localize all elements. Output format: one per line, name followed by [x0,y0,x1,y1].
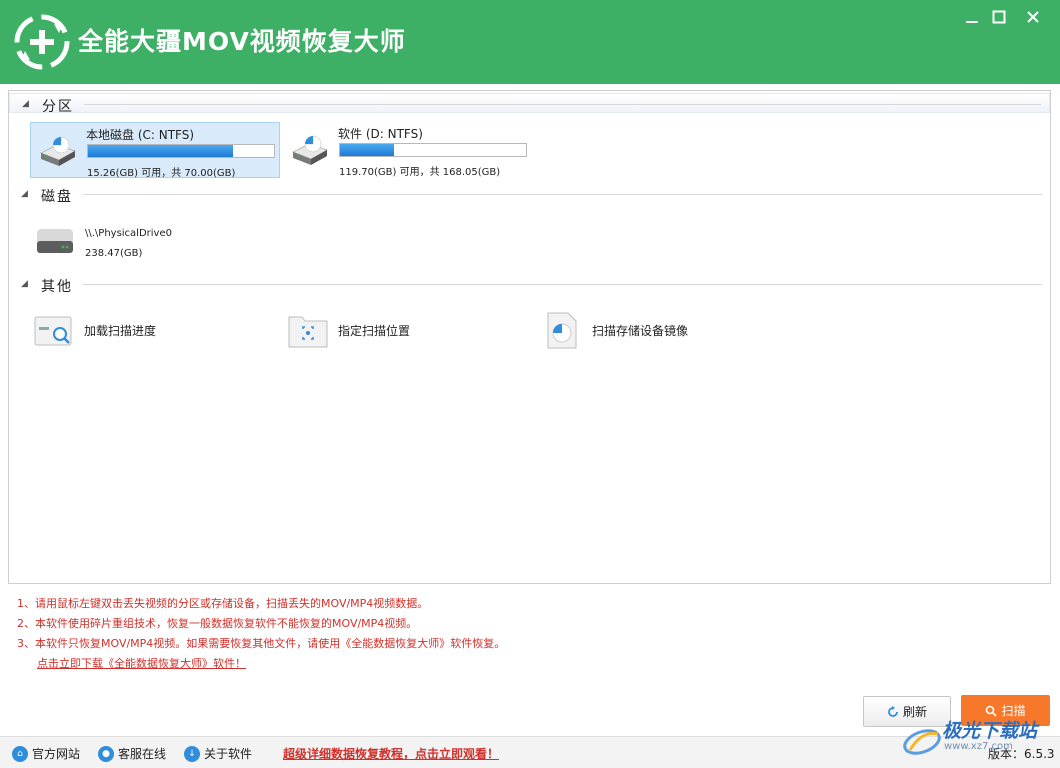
section-divider [83,194,1042,195]
usage-bar-fill [340,144,394,156]
section-other[interactable]: ◢ 其他 [9,274,1050,295]
info-icon: ↓ [184,745,200,762]
about-label: 关于软件 [204,747,253,761]
website-label: 官方网站 [32,747,81,761]
physical-disk[interactable]: \\.\PhysicalDrive0 238.47(GB) [30,219,280,263]
scan-progress-icon [34,316,72,346]
service-label: 客服在线 [118,747,167,761]
collapse-triangle-icon[interactable]: ◢ [22,99,29,109]
collapse-triangle-icon[interactable]: ◢ [21,189,28,199]
minimize-button[interactable] [961,6,983,28]
specify-scan-location-label: 指定扫描位置 [338,324,411,338]
hard-drive-icon [292,135,328,165]
scan-disk-image[interactable]: 扫描存储设备镜像 [542,311,762,351]
website-link[interactable]: ⌂ 官方网站 [12,745,80,762]
partition-name: 软件 (D: NTFS) [338,127,423,141]
note-1: 1、请用鼠标左键双击丢失视频的分区或存储设备，扫描丢失的MOV/MP4视频数据。 [17,597,429,610]
service-icon: ● [98,745,114,762]
maximize-button[interactable] [988,6,1010,28]
note-3: 3、本软件只恢复MOV/MP4视频。如果需要恢复其他文件，请使用《全能数据恢复大… [17,637,506,650]
partition-d[interactable]: 软件 (D: NTFS) 119.70(GB) 可用，共 168.05(GB) [283,122,533,178]
partition-info: 119.70(GB) 可用，共 168.05(GB) [339,167,501,178]
section-partition[interactable]: ◢ 分区 [9,93,1050,115]
watermark-text: 极光下载站 [942,720,1038,742]
folder-target-icon [288,316,328,348]
usage-bar [339,143,527,157]
minimize-icon [966,21,978,23]
hard-drive-icon [40,136,76,166]
note-2: 2、本软件使用碎片重组技术，恢复一般数据恢复软件不能恢复的MOV/MP4视频。 [17,617,418,630]
section-disk-label: 磁盘 [41,189,73,205]
customer-service-link[interactable]: ● 客服在线 [98,745,166,762]
search-icon [986,705,998,717]
download-link[interactable]: 点击立即下载《全能数据恢复大师》软件！ [37,657,246,670]
home-icon: ⌂ [12,745,28,762]
app-logo-icon [14,14,70,70]
app-title: 全能大疆MOV视频恢复大师 [78,27,406,56]
instructions: 1、请用鼠标左键双击丢失视频的分区或存储设备，扫描丢失的MOV/MP4视频数据。… [17,594,505,674]
physical-disk-icon [37,229,73,253]
partition-name: 本地磁盘 (C: NTFS) [86,128,195,142]
title-bar: 全能大疆MOV视频恢复大师 [0,0,1060,84]
specify-scan-location[interactable]: 指定扫描位置 [288,311,508,351]
section-divider [83,284,1042,285]
partition-c[interactable]: 本地磁盘 (C: NTFS) 15.26(GB) 可用，共 70.00(GB) [30,122,280,179]
disk-name: \\.\PhysicalDrive0 [85,228,172,239]
close-button[interactable] [1022,6,1044,28]
refresh-icon [888,705,898,717]
load-scan-progress[interactable]: 加载扫描进度 [34,311,254,351]
close-icon [1027,11,1039,23]
maximize-icon [992,10,1006,24]
device-panel: ◢ 分区 本地磁盘 (C: NTFS) 15.26(GB) 可用，共 70.00… [8,90,1051,584]
about-link[interactable]: ↓ 关于软件 [184,745,252,762]
disk-image-icon [547,312,577,349]
section-disk[interactable]: ◢ 磁盘 [9,184,1050,205]
section-other-label: 其他 [41,279,73,295]
partition-info: 15.26(GB) 可用，共 70.00(GB) [87,168,236,179]
tutorial-link[interactable]: 超级详细数据恢复教程，点击立即观看！ [283,745,499,762]
watermark-url: www.xz7.com [944,741,1013,752]
disk-size: 238.47(GB) [85,248,143,259]
section-divider [84,104,1041,105]
load-scan-progress-label: 加载扫描进度 [84,324,157,338]
collapse-triangle-icon[interactable]: ◢ [21,279,28,289]
section-partition-label: 分区 [42,99,74,115]
scan-disk-image-label: 扫描存储设备镜像 [592,324,689,338]
usage-bar [87,144,275,158]
usage-bar-fill [88,145,234,157]
